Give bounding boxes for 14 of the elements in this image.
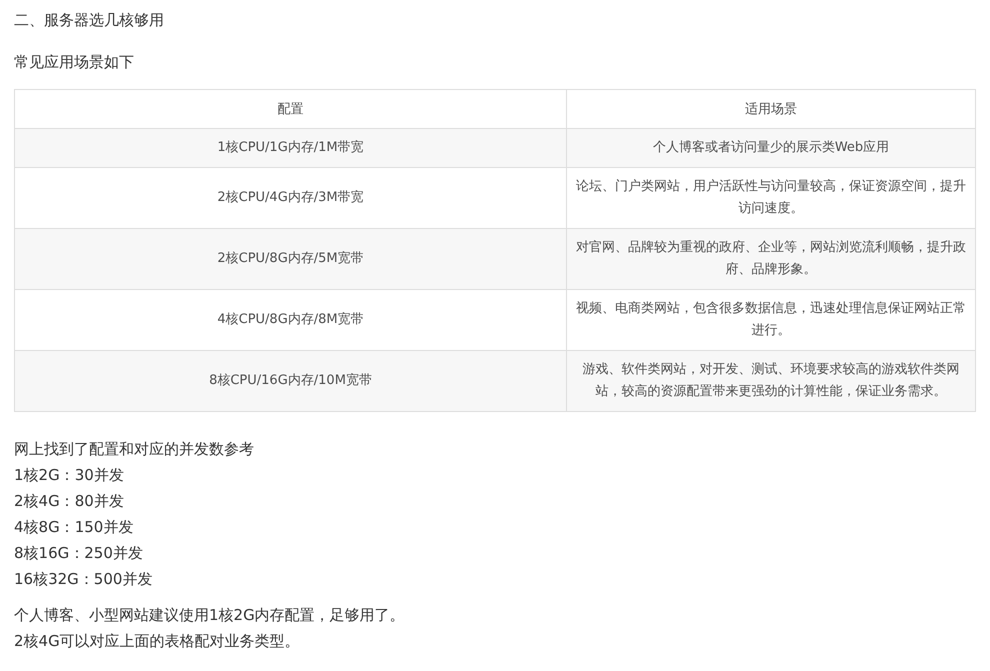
column-header: 适用场景 [566, 90, 976, 128]
text-line: 个人博客、小型网站建议使用1核2G内存配置，足够用了。 [14, 605, 406, 626]
table-cell: 游戏、软件类网站，对开发、测试、环境要求较高的游戏软件类网站，较高的资源配置带来更强劲的计算性能，保证业务需求。 [566, 350, 976, 412]
column-header: 配置 [14, 90, 566, 128]
section-heading: 二、服务器选几核够用 [14, 10, 165, 31]
text-line: 1核2G：30并发 [14, 465, 125, 486]
text-line: 2核4G可以对应上面的表格配对业务类型。 [14, 631, 301, 652]
table-cell: 8核CPU/16G内存/10M宽带 [14, 350, 566, 412]
text-line: 16核32G：500并发 [14, 569, 154, 590]
text-line: 8核16G：250并发 [14, 543, 144, 564]
intro-text: 常见应用场景如下 [14, 52, 135, 73]
text-line: 2核4G：80并发 [14, 491, 125, 512]
text-line: 网上找到了配置和对应的并发数参考 [14, 439, 255, 460]
text-line: 4核8G：150并发 [14, 517, 134, 538]
